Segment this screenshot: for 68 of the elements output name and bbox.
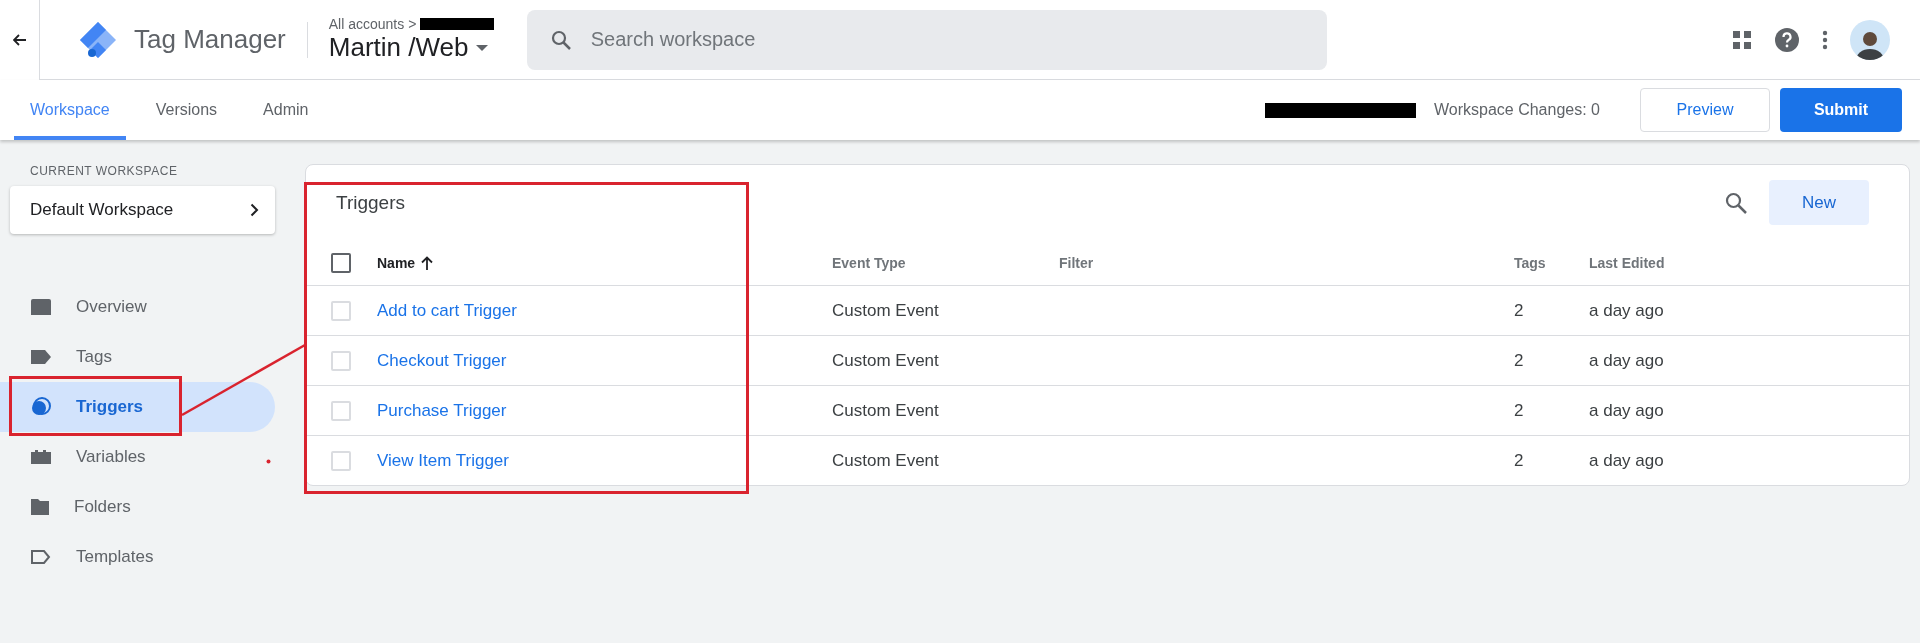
sidebar-item[interactable]: Folders (0, 482, 275, 532)
workspace-changes-count: Workspace Changes: 0 (1434, 101, 1600, 119)
sidebar-item[interactable]: Triggers (0, 382, 275, 432)
nav-tab[interactable]: Versions (139, 80, 234, 140)
table-cell-text: 2 (1514, 400, 1525, 421)
nav-tab[interactable]: Workspace (14, 80, 126, 140)
container-selector[interactable]: Martin /Web (328, 32, 507, 63)
search-input[interactable]: Search workspace (588, 27, 1189, 52)
more-vertical-icon (1822, 29, 1828, 50)
caret-icon (476, 44, 489, 51)
search-icon (550, 29, 571, 50)
nav-tab[interactable]: Admin (247, 80, 325, 140)
row-checkbox[interactable] (331, 450, 351, 471)
table-cell-text: a day ago (1589, 450, 1665, 471)
row-checkbox[interactable] (331, 300, 351, 321)
trigger-link[interactable]: View Item Trigger (377, 450, 509, 470)
sort-up-arrow-icon[interactable] (421, 255, 434, 270)
sidebar-item[interactable]: Tags (0, 332, 275, 382)
diamond-logo-icon (78, 19, 118, 60)
table-cell-text: 2 (1514, 300, 1525, 321)
tag-outline-icon (30, 549, 52, 565)
table-cell-text: Custom Event (832, 300, 940, 321)
workspace-selector[interactable]: Default Workspace (10, 186, 275, 234)
search-bar[interactable]: Search workspace (526, 9, 1327, 70)
column-header: Filter (1059, 254, 1095, 271)
back-arrow-icon (12, 33, 27, 46)
product-title: Tag Manager (134, 24, 286, 55)
sidebar-item[interactable]: Overview (0, 282, 275, 332)
new-button[interactable]: New (1769, 180, 1869, 225)
trigger-link[interactable]: Checkout Trigger (377, 350, 507, 370)
more-button[interactable] (1822, 29, 1828, 50)
table-cell-text: Custom Event (832, 400, 940, 421)
submit-button[interactable]: Submit (1780, 88, 1902, 132)
sidebar-item[interactable]: Templates (0, 532, 275, 582)
annotation-dot (266, 459, 271, 464)
table-cell-text: Custom Event (832, 350, 940, 371)
row-checkbox[interactable] (331, 350, 351, 371)
avatar[interactable] (1850, 19, 1890, 60)
column-header[interactable]: Name (377, 254, 416, 271)
trigger-icon (30, 396, 52, 418)
help-button[interactable] (1774, 26, 1800, 53)
folder-tab-icon (30, 298, 52, 316)
apps-button[interactable] (1732, 29, 1752, 50)
apps-grid-icon (1732, 29, 1752, 50)
column-header: Tags (1514, 254, 1547, 271)
select-all-checkbox[interactable] (331, 252, 351, 273)
table-cell-text: 2 (1514, 350, 1525, 371)
search-icon[interactable] (1725, 191, 1747, 214)
card-title: Triggers (336, 191, 405, 214)
trigger-link[interactable]: Purchase Trigger (377, 400, 507, 420)
sidebar-item[interactable]: Variables (0, 432, 275, 482)
tag-icon (30, 349, 52, 365)
table-cell-text: a day ago (1589, 350, 1665, 371)
column-header: Last Edited (1589, 254, 1666, 271)
folder-icon (30, 498, 50, 516)
chevron-right-icon (250, 203, 259, 217)
row-checkbox[interactable] (331, 400, 351, 421)
trigger-link[interactable]: Add to cart Trigger (377, 300, 517, 320)
help-icon (1774, 26, 1800, 53)
brick-icon (30, 449, 52, 465)
table-cell-text: a day ago (1589, 400, 1665, 421)
table-cell-text: a day ago (1589, 300, 1665, 321)
table-cell-text: Custom Event (832, 450, 940, 471)
column-header: Event Type (832, 254, 907, 271)
preview-button[interactable]: Preview (1640, 88, 1770, 132)
breadcrumb-link[interactable]: All accounts > (328, 16, 417, 32)
section-label: CURRENT WORKSPACE (30, 164, 179, 178)
table-cell-text: 2 (1514, 450, 1525, 471)
